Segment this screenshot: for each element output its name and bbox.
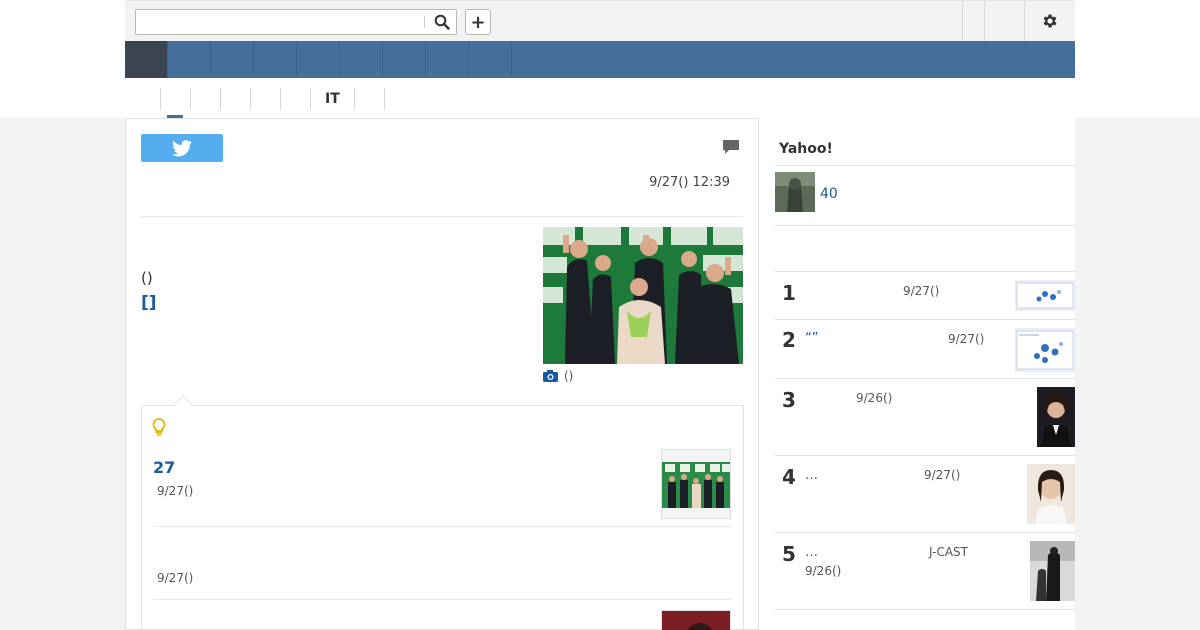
sidebar-count-link[interactable]: 40: [820, 186, 838, 202]
sidebar-title: Yahoo!: [779, 141, 833, 157]
ranking-item[interactable]: 1 9/27(): [775, 272, 1075, 320]
related-articles-box: 27 9/27() 9/27(): [141, 395, 744, 630]
divider: [775, 225, 1075, 226]
rank-number: 1: [782, 281, 796, 305]
sub-category-nav: IT: [160, 87, 414, 111]
search-divider: [424, 16, 425, 28]
add-button[interactable]: +: [465, 9, 491, 35]
search-input[interactable]: [136, 10, 424, 34]
rank-title: …: [805, 545, 818, 560]
divider: [141, 216, 743, 217]
article-panel: 9/27() 12:39 () [] () 27 9/27() 9/27(): [125, 118, 759, 630]
settings-button[interactable]: [1024, 1, 1075, 41]
twitter-bird-icon: [172, 139, 192, 156]
ranking-item[interactable]: 5 … J-CAST 9/26(): [775, 533, 1075, 609]
subnav-item[interactable]: [160, 88, 190, 110]
ranking-item[interactable]: 4 … 9/27(): [775, 456, 1075, 532]
subnav-item[interactable]: [280, 88, 310, 110]
nav-item[interactable]: [211, 41, 254, 78]
tweet-button[interactable]: [141, 134, 223, 162]
rank-title: “”: [805, 331, 819, 346]
subnav-item[interactable]: [250, 88, 280, 110]
related-item-title[interactable]: 27: [153, 458, 175, 477]
nav-item[interactable]: [168, 41, 211, 78]
photo-caption[interactable]: (): [543, 369, 573, 383]
ranking-thumbnail: [1015, 328, 1075, 372]
article-text: (): [141, 269, 153, 287]
rank-date: 9/26(): [856, 391, 893, 405]
rank-date: 9/27(): [924, 468, 961, 482]
gear-icon: [1043, 14, 1057, 28]
nav-item[interactable]: [297, 41, 340, 78]
comment-icon[interactable]: [722, 139, 740, 159]
header-divider: [984, 1, 985, 41]
rank-date: 9/27(): [948, 332, 985, 346]
rank-date: 9/27(): [903, 284, 940, 298]
nav-item[interactable]: [426, 41, 469, 78]
subnav-item[interactable]: [220, 88, 250, 110]
ranking-thumbnail: [1027, 464, 1075, 524]
related-item-thumbnail[interactable]: [661, 610, 731, 630]
related-item-date: 9/27(): [157, 571, 194, 585]
photo-caption-text: (): [564, 369, 574, 383]
nav-item[interactable]: [254, 41, 297, 78]
nav-item[interactable]: [383, 41, 426, 78]
article-date: 9/27() 12:39: [649, 175, 730, 190]
related-item-date: 9/27(): [157, 484, 194, 498]
divider: [153, 599, 731, 600]
rank-number: 3: [782, 388, 796, 412]
header-divider: [962, 1, 963, 41]
rank-date: 9/26(): [805, 564, 842, 578]
ranking-thumbnail: [1030, 541, 1075, 601]
rank-number: 4: [782, 465, 796, 489]
lightbulb-icon: [152, 418, 166, 440]
category-nav: [125, 41, 1075, 78]
search-icon: [434, 14, 450, 30]
divider: [775, 165, 1075, 166]
sidebar-thumbnail[interactable]: [775, 172, 815, 212]
subnav-item[interactable]: [353, 88, 384, 110]
rank-number: 2: [782, 328, 796, 352]
ranking-item[interactable]: 3 9/26(): [775, 379, 1075, 455]
rank-number: 5: [782, 542, 796, 566]
nav-item-top[interactable]: [125, 41, 168, 78]
camera-icon: [543, 370, 558, 382]
subnav-item-it[interactable]: IT: [310, 88, 354, 110]
plus-icon: +: [470, 11, 486, 33]
article-link[interactable]: []: [141, 293, 157, 313]
subnav-item[interactable]: [383, 88, 414, 110]
search-box: [135, 9, 457, 35]
nav-item[interactable]: [469, 41, 512, 78]
nav-item[interactable]: [340, 41, 383, 78]
rank-title: …: [805, 468, 818, 483]
header-bar: +: [125, 0, 1075, 41]
ranking-thumbnail: [1037, 387, 1075, 447]
related-item-thumbnail[interactable]: [661, 449, 731, 519]
ranking-item[interactable]: 2 “” 9/27(): [775, 320, 1075, 378]
related-box-notch: [173, 395, 193, 415]
article-photo[interactable]: [543, 227, 743, 364]
subnav-item[interactable]: [190, 88, 220, 110]
divider: [775, 609, 1075, 610]
divider: [153, 526, 731, 527]
rank-source: J-CAST: [929, 545, 968, 559]
ranking-thumbnail: [1015, 280, 1075, 311]
sidebar: Yahoo! 40 1 9/27() 2 “” 9/27() 3 9/26(): [759, 118, 1075, 630]
search-button[interactable]: [428, 10, 456, 34]
